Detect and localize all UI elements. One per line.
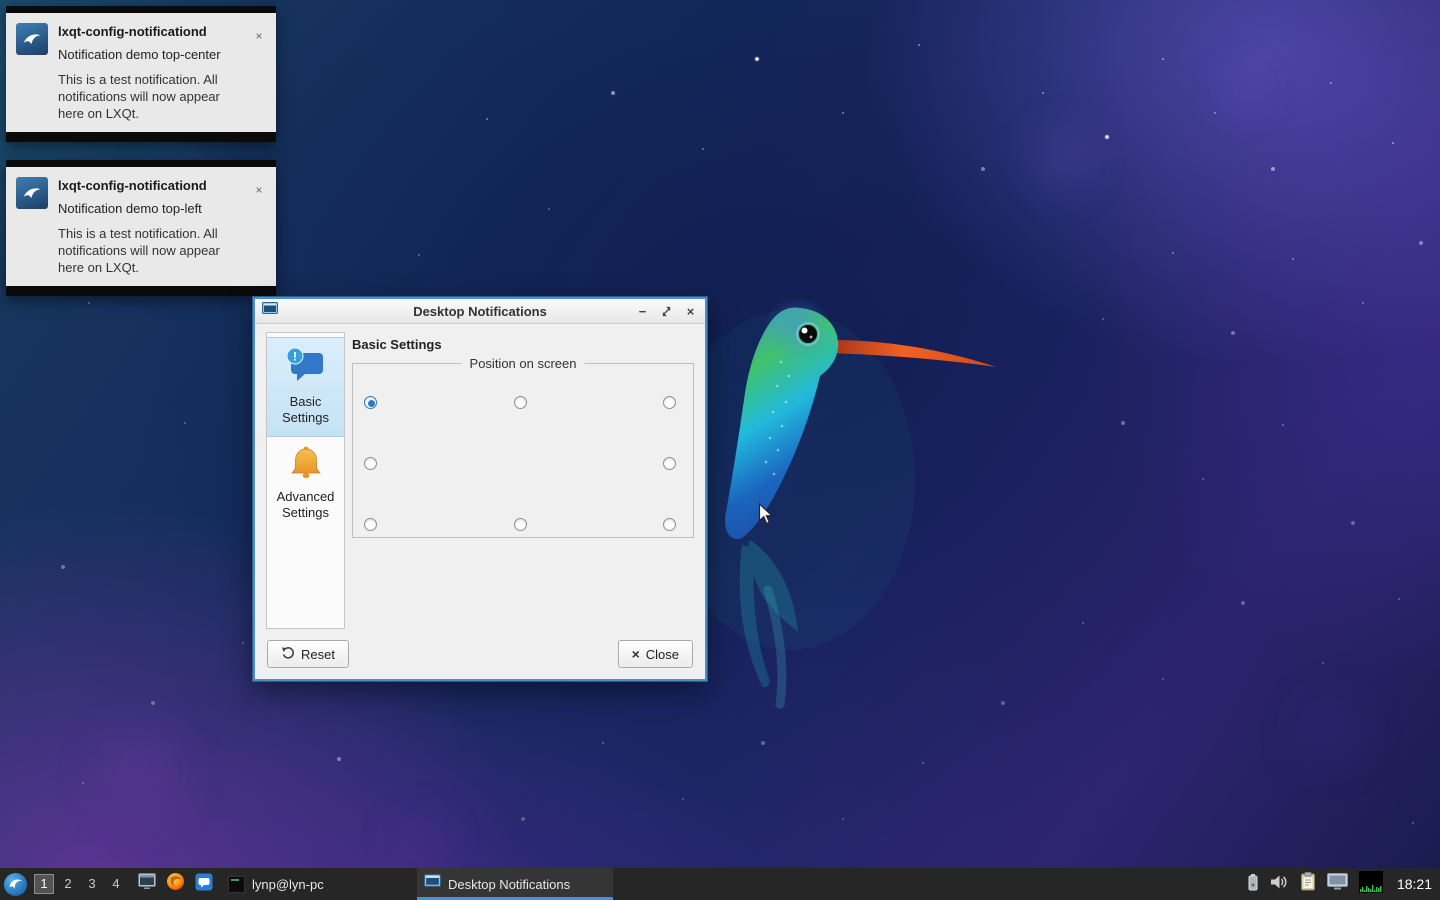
advanced-settings-bell-icon	[287, 445, 325, 486]
workspace-button-2[interactable]: 2	[58, 874, 78, 894]
workspace-button-3[interactable]: 3	[82, 874, 102, 894]
clipboard-icon[interactable]	[1300, 872, 1316, 896]
terminal-thumbnail-icon	[228, 876, 245, 893]
desktop: lxqt-config-notificationd Notification d…	[0, 0, 1440, 900]
system-tray: 18:21	[1247, 871, 1440, 898]
window-app-icon	[262, 302, 278, 321]
display-icon[interactable]	[1327, 873, 1348, 895]
mouse-cursor	[758, 503, 778, 525]
notification-app-name: lxqt-config-notificationd	[58, 177, 266, 194]
radio-position-top-left[interactable]	[364, 396, 377, 409]
notification-popup-top-center[interactable]: lxqt-config-notificationd Notification d…	[6, 6, 276, 142]
basic-settings-bubble-icon: !	[285, 346, 327, 391]
window-titlebar[interactable]: Desktop Notifications − ×	[255, 299, 705, 324]
workspace-pager: 1 2 3 4	[32, 874, 128, 894]
radio-position-bottom-left[interactable]	[364, 518, 377, 531]
close-icon[interactable]: ×	[683, 304, 698, 319]
sidebar-item-label: Basic Settings	[271, 394, 341, 426]
lxqt-menu-button[interactable]	[0, 868, 30, 900]
reset-button[interactable]: Reset	[267, 640, 349, 668]
notification-body: This is a test notification. All notific…	[58, 71, 230, 122]
close-button-label: Close	[646, 647, 679, 662]
lxqt-bird-app-icon	[16, 177, 48, 209]
sidebar-item-basic-settings[interactable]: ! Basic Settings	[267, 337, 344, 437]
quicklaunch-chat-icon[interactable]	[195, 873, 213, 896]
groupbox-title: Position on screen	[462, 356, 585, 371]
position-on-screen-groupbox: Position on screen	[352, 363, 694, 538]
settings-sidebar: ! Basic Settings	[266, 332, 345, 629]
quicklaunch-desktop-icon[interactable]	[138, 873, 156, 895]
clock[interactable]: 18:21	[1397, 876, 1432, 892]
radio-position-top-center[interactable]	[514, 396, 527, 409]
hummingbird-illustration	[680, 290, 1020, 720]
notification-summary: Notification demo top-left	[58, 200, 230, 217]
notification-popup-top-left[interactable]: lxqt-config-notificationd Notification d…	[6, 160, 276, 296]
minimize-icon[interactable]: −	[635, 304, 650, 319]
radio-position-middle-right[interactable]	[663, 457, 676, 470]
restore-icon[interactable]	[659, 304, 674, 319]
notification-app-name: lxqt-config-notificationd	[58, 23, 266, 40]
taskbar: 1 2 3 4	[0, 868, 1440, 900]
notification-close-icon[interactable]: ×	[252, 183, 266, 197]
star-field	[0, 0, 2, 2]
cpu-graph-icon[interactable]	[1359, 871, 1383, 898]
sidebar-item-label: Advanced Settings	[271, 489, 341, 521]
volume-icon[interactable]	[1270, 874, 1289, 895]
desktop-notifications-window: Desktop Notifications − ×	[253, 297, 707, 681]
close-button[interactable]: × Close	[618, 640, 693, 668]
sidebar-item-advanced-settings[interactable]: Advanced Settings	[267, 437, 344, 531]
taskbar-task-terminal[interactable]: lynp@lyn-pc	[221, 868, 417, 900]
reset-icon	[281, 646, 295, 663]
notification-summary: Notification demo top-center	[58, 46, 230, 63]
task-label: lynp@lyn-pc	[252, 877, 324, 892]
radio-position-bottom-right[interactable]	[663, 518, 676, 531]
radio-position-top-right[interactable]	[663, 396, 676, 409]
quicklaunch-firefox-icon[interactable]	[166, 872, 185, 896]
notification-close-icon[interactable]: ×	[252, 29, 266, 43]
workspace-button-4[interactable]: 4	[106, 874, 126, 894]
reset-button-label: Reset	[301, 647, 335, 662]
task-label: Desktop Notifications	[448, 877, 570, 892]
lxqt-menu-icon	[3, 872, 28, 897]
close-button-x-icon: ×	[632, 646, 640, 662]
lxqt-bird-app-icon	[16, 23, 48, 55]
workspace-button-1[interactable]: 1	[34, 874, 54, 894]
radio-position-middle-left[interactable]	[364, 457, 377, 470]
taskbar-task-desktop-notifications[interactable]: Desktop Notifications	[417, 868, 613, 900]
battery-icon[interactable]	[1247, 873, 1259, 896]
radio-position-bottom-center[interactable]	[514, 518, 527, 531]
quicklaunch-area	[138, 872, 213, 896]
svg-text:!: !	[293, 350, 297, 364]
window-app-icon	[424, 874, 441, 894]
notification-body: This is a test notification. All notific…	[58, 225, 230, 276]
page-heading: Basic Settings	[352, 337, 442, 352]
